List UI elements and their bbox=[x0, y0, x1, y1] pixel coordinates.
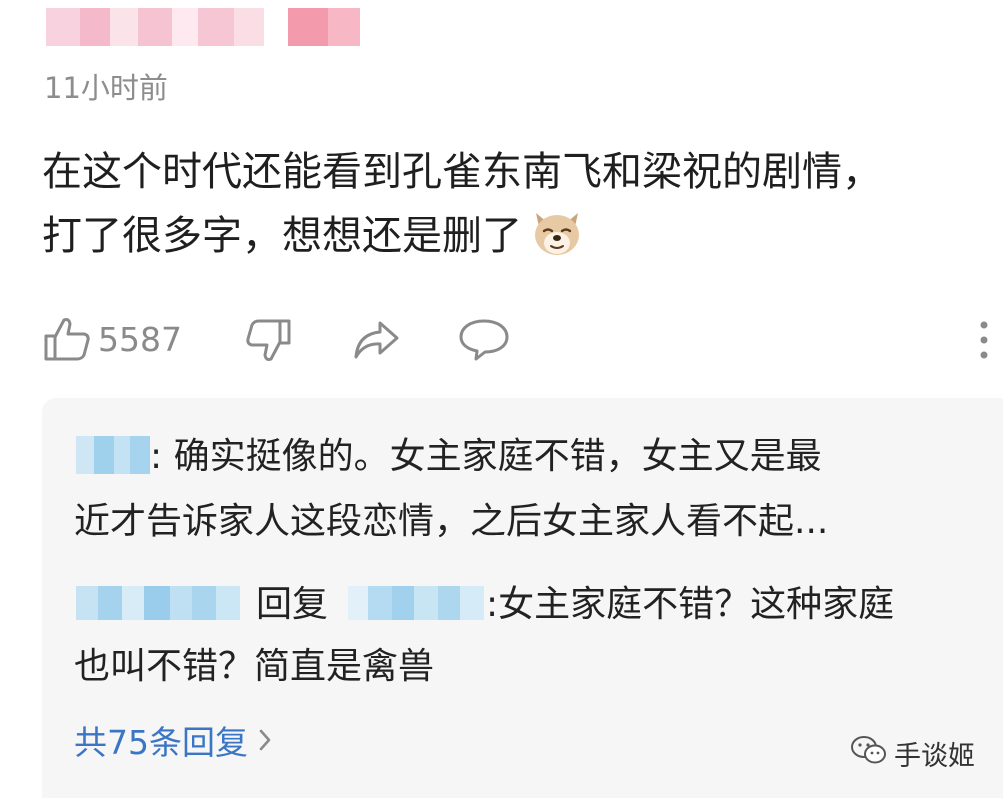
share-arrow-icon bbox=[352, 320, 400, 360]
wechat-logo-icon bbox=[850, 734, 888, 773]
reply1-text-line-2: 近才告诉家人这段恋情，之后女主家人看不起... bbox=[74, 501, 829, 542]
thumbs-up-icon bbox=[42, 316, 92, 362]
view-all-replies-link[interactable]: 共75条回复 bbox=[74, 716, 272, 764]
dislike-button[interactable] bbox=[244, 318, 292, 362]
reply1-text-line-1: : 确实挺像的。女主家庭不错，女主又是最 bbox=[150, 436, 822, 477]
comment-text: 在这个时代还能看到孔雀东南飞和梁祝的剧情， 打了很多字，想想还是删了 bbox=[42, 140, 992, 268]
reply2-text-line-2: 也叫不错？简直是禽兽 bbox=[74, 646, 435, 687]
commenter-name-blurred[interactable] bbox=[46, 8, 360, 46]
like-button[interactable]: 5587 bbox=[42, 317, 182, 361]
dog-emoji-icon bbox=[530, 205, 584, 259]
more-vertical-icon bbox=[978, 320, 990, 360]
comment-text-line-1: 在这个时代还能看到孔雀东南飞和梁祝的剧情， bbox=[42, 149, 882, 195]
thumbs-down-icon bbox=[244, 318, 292, 362]
speech-bubble-icon bbox=[458, 318, 510, 362]
chevron-right-icon bbox=[258, 721, 272, 760]
reply2-text-line-1: :女主家庭不错？这种家庭 bbox=[486, 584, 895, 625]
reply-comment-button[interactable] bbox=[458, 318, 510, 362]
reply1-author-blurred[interactable] bbox=[76, 436, 150, 474]
like-count: 5587 bbox=[98, 319, 182, 359]
comment-text-line-2: 打了很多字，想想还是删了 bbox=[42, 213, 522, 259]
wechat-watermark: 手谈姬 bbox=[850, 734, 975, 773]
reply2-author-blurred[interactable] bbox=[76, 586, 240, 620]
more-options-button[interactable] bbox=[978, 320, 990, 360]
reply2-reply-word: 回复 bbox=[256, 584, 329, 625]
watermark-text: 手谈姬 bbox=[894, 741, 975, 772]
comment-timestamp: 11小时前 bbox=[44, 71, 168, 105]
total-replies-label: 共75条回复 bbox=[74, 723, 248, 762]
reply2-target-blurred[interactable] bbox=[348, 586, 484, 620]
share-button[interactable] bbox=[352, 320, 400, 360]
